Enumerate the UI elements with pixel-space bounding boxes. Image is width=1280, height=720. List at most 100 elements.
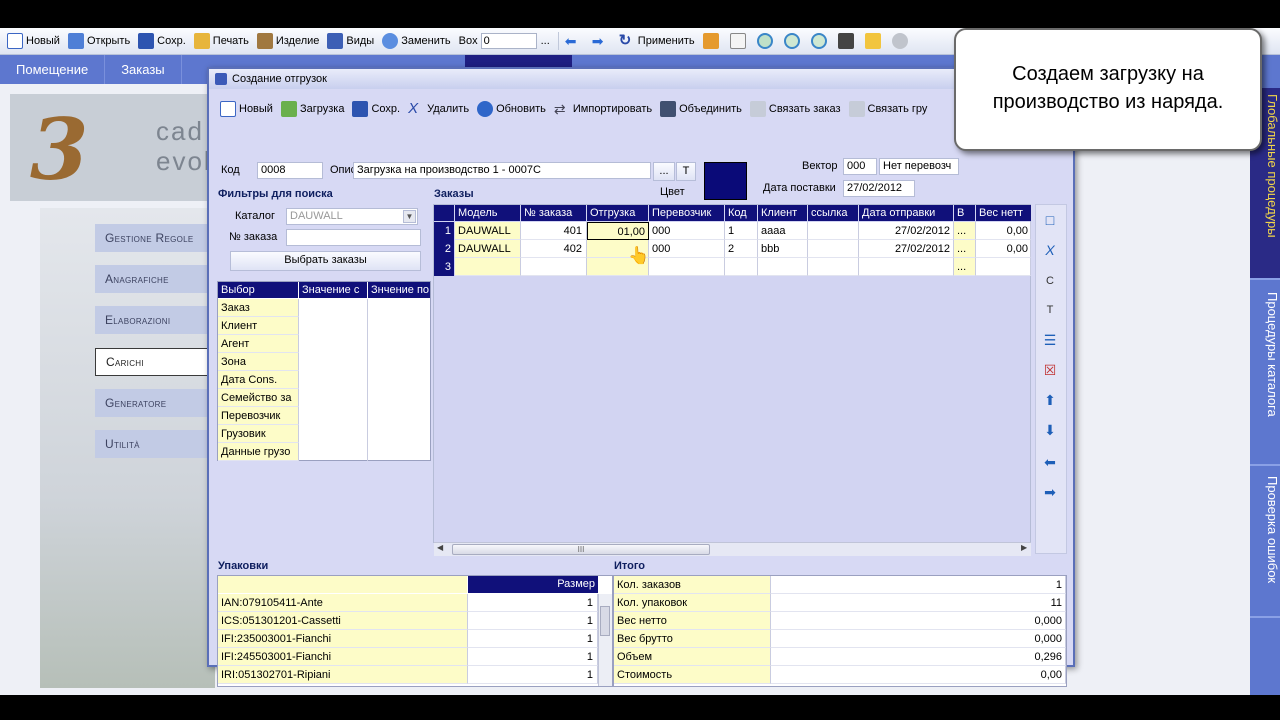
catalog-select[interactable]: DAUWALL <box>286 208 418 225</box>
selection-row-agent[interactable]: Агент <box>218 335 299 353</box>
package-name-cell[interactable]: IRI:051302701-Ripiani <box>218 666 468 684</box>
toolbar-save-button[interactable]: Сохр. <box>135 30 189 52</box>
order-b-cell[interactable]: ... <box>954 258 976 276</box>
order-carrier-cell[interactable]: 000 <box>649 222 725 240</box>
toolbar-views-button[interactable]: Виды <box>324 30 377 52</box>
order-model-cell[interactable]: DAUWALL <box>455 240 521 258</box>
menu-carichi[interactable]: Carichi <box>95 348 215 376</box>
side-c-button[interactable]: С <box>1038 270 1062 292</box>
order-client-cell[interactable]: aaaa <box>758 222 808 240</box>
row-number[interactable]: 1 <box>434 222 454 240</box>
box-input[interactable]: 0 <box>480 33 537 49</box>
order-reference-cell[interactable] <box>808 240 859 258</box>
selection-row-load-data[interactable]: Данные грузо <box>218 443 299 461</box>
description-field[interactable]: Загрузка на производство 1 - 0007C <box>353 162 651 179</box>
forward-arrow-button[interactable]: ➡ <box>589 30 614 52</box>
package-size-cell[interactable]: 1 <box>468 612 598 630</box>
menu-generatore[interactable]: Generatore <box>95 389 215 417</box>
order-ship-date-cell[interactable]: 27/02/2012 <box>859 240 954 258</box>
zoom-in-button[interactable] <box>781 30 806 52</box>
apply-button[interactable]: ↻ Применить <box>616 30 698 52</box>
nav-tab-orders[interactable]: Заказы <box>105 55 182 84</box>
zoom-fit-button[interactable] <box>754 30 779 52</box>
menu-anagrafiche[interactable]: Anagrafiche <box>95 265 215 293</box>
new-row-icon[interactable]: □ <box>1038 209 1062 231</box>
package-name-cell[interactable]: ICS:051301201-Cassetti <box>218 612 468 630</box>
order-code-cell[interactable] <box>725 258 758 276</box>
packages-scroll-thumb[interactable] <box>600 606 610 636</box>
description-browse-button[interactable]: ... <box>653 162 675 181</box>
translate-button[interactable]: T <box>676 162 696 181</box>
toolbar-print-button[interactable]: Печать <box>191 30 252 52</box>
selection-row-carrier[interactable]: Перевозчик <box>218 407 299 425</box>
tab-catalog-procedures[interactable]: Процедуры каталога <box>1250 286 1280 466</box>
nav-tab-room[interactable]: Помещение <box>0 55 106 84</box>
toolbar-open-button[interactable]: Открыть <box>65 30 133 52</box>
stack-icon[interactable]: ☰ <box>1038 329 1062 351</box>
vector-field[interactable]: 000 <box>843 158 877 175</box>
package-size-cell[interactable]: 1 <box>468 594 598 612</box>
order-b-cell[interactable]: ... <box>954 240 976 258</box>
dlg-refresh-button[interactable]: Обновить <box>474 98 549 120</box>
arrow-right-icon[interactable]: ➡ <box>1038 481 1062 503</box>
dlg-link-group-button[interactable]: Связать гру <box>846 98 931 120</box>
arrow-up-icon[interactable]: ⬆ <box>1038 389 1062 411</box>
order-code-cell[interactable]: 1 <box>725 222 758 240</box>
back-arrow-button[interactable]: ⬅ <box>562 30 587 52</box>
box-browse-button[interactable]: ... <box>541 35 550 47</box>
order-carrier-cell[interactable] <box>649 258 725 276</box>
order-code-cell[interactable]: 2 <box>725 240 758 258</box>
color-swatch[interactable] <box>704 162 747 200</box>
order-shipment-cell[interactable]: 01,00 <box>587 222 649 240</box>
package-size-cell[interactable]: 1 <box>468 648 598 666</box>
order-model-cell[interactable] <box>455 258 521 276</box>
row-number[interactable]: 2 <box>434 240 454 258</box>
dlg-delete-button[interactable]: X Удалить <box>405 98 472 120</box>
menu-elaborazioni[interactable]: Elaborazioni <box>95 306 215 334</box>
tool-d-button[interactable] <box>862 30 887 52</box>
delete-row-icon[interactable]: X <box>1038 239 1062 261</box>
order-number-cell[interactable] <box>521 258 587 276</box>
selection-row-cons-date[interactable]: Дата Cons. <box>218 371 299 389</box>
scroll-left-icon[interactable]: ◀ <box>437 543 443 552</box>
side-t-button[interactable]: Т <box>1038 299 1062 321</box>
order-net-weight-cell[interactable] <box>976 258 1031 276</box>
tab-error-check[interactable]: Проверка ошибок <box>1250 470 1280 618</box>
tool-c-button[interactable] <box>835 30 860 52</box>
order-ship-date-cell[interactable] <box>859 258 954 276</box>
package-name-cell[interactable]: IAN:079105411-Ante <box>218 594 468 612</box>
arrow-left-icon[interactable]: ⬅ <box>1038 451 1062 473</box>
zoom-out-button[interactable] <box>808 30 833 52</box>
remove-icon[interactable]: ☒ <box>1038 359 1062 381</box>
chevron-down-icon[interactable]: ▼ <box>403 210 416 223</box>
order-number-field[interactable] <box>286 229 421 246</box>
order-carrier-cell[interactable]: 000 <box>649 240 725 258</box>
code-field[interactable]: 0008 <box>257 162 323 179</box>
toolbar-product-button[interactable]: Изделие <box>254 30 323 52</box>
tool-b-button[interactable] <box>727 30 752 52</box>
toolbar-new-button[interactable]: Новый <box>4 30 63 52</box>
dlg-new-button[interactable]: Новый <box>217 98 276 120</box>
selection-row-order[interactable]: Заказ <box>218 299 299 317</box>
carrier-field[interactable]: Нет перевозч <box>879 158 959 175</box>
order-reference-cell[interactable] <box>808 258 859 276</box>
scroll-thumb[interactable]: III <box>452 544 710 555</box>
order-net-weight-cell[interactable]: 0,00 <box>976 240 1031 258</box>
order-number-cell[interactable]: 401 <box>521 222 587 240</box>
order-number-cell[interactable]: 402 <box>521 240 587 258</box>
package-size-cell[interactable]: 1 <box>468 666 598 684</box>
order-model-cell[interactable]: DAUWALL <box>455 222 521 240</box>
package-name-cell[interactable]: IFI:235003001-Fianchi <box>218 630 468 648</box>
dlg-load-button[interactable]: Загрузка <box>278 98 347 120</box>
selection-row-truck[interactable]: Грузовик <box>218 425 299 443</box>
arrow-down-icon[interactable]: ⬇ <box>1038 419 1062 441</box>
selection-row-family[interactable]: Семейство за <box>218 389 299 407</box>
row-number[interactable]: 3 <box>434 258 454 276</box>
dlg-save-button[interactable]: Сохр. <box>349 98 403 120</box>
order-b-cell[interactable]: ... <box>954 222 976 240</box>
selection-row-client[interactable]: Клиент <box>218 317 299 335</box>
package-name-cell[interactable]: IFI:245503001-Fianchi <box>218 648 468 666</box>
order-ship-date-cell[interactable]: 27/02/2012 <box>859 222 954 240</box>
menu-utilita[interactable]: Utilità <box>95 430 215 458</box>
scroll-right-icon[interactable]: ▶ <box>1021 543 1027 552</box>
